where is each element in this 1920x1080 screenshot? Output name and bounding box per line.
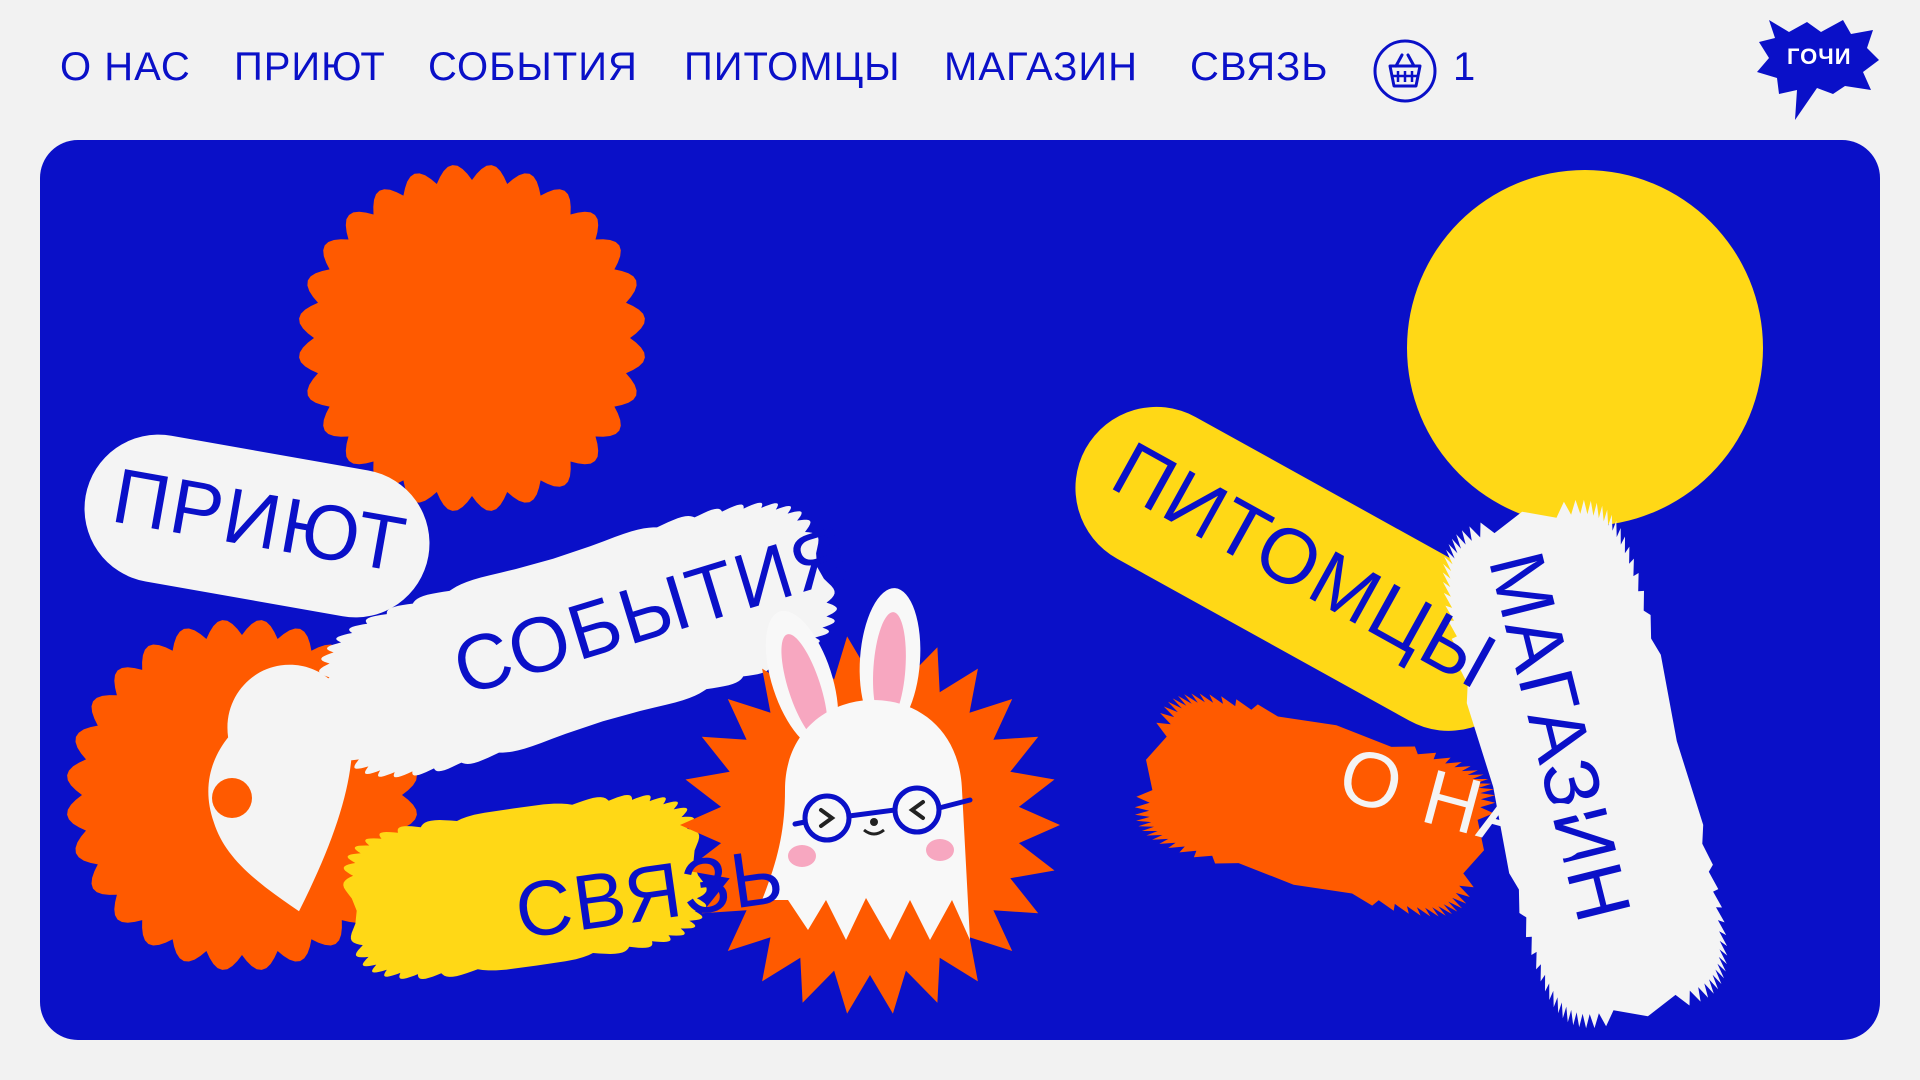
nav-link-shop[interactable]: МАГАЗИН bbox=[944, 42, 1138, 92]
nav-link-pets[interactable]: ПИТОМЦЫ bbox=[684, 42, 901, 92]
cart-count: 1 bbox=[1453, 45, 1476, 89]
nav-link-shelter[interactable]: ПРИЮТ bbox=[234, 42, 386, 92]
nav-link-events[interactable]: СОБЫТИЯ bbox=[428, 42, 638, 92]
yellow-circle bbox=[1407, 170, 1763, 526]
top-navigation: О НАС ПРИЮТ СОБЫТИЯ ПИТОМЦЫ МАГАЗИН СВЯЗ… bbox=[0, 0, 1920, 135]
basket-icon[interactable] bbox=[1372, 38, 1438, 104]
orange-scallop-shape bbox=[299, 165, 645, 511]
nav-link-about[interactable]: О НАС bbox=[60, 42, 191, 92]
logo-text: ГОЧИ bbox=[1787, 44, 1852, 69]
nav-link-contact[interactable]: СВЯЗЬ bbox=[1190, 42, 1329, 92]
hero-banner: ПРИЮТ СОБЫТИЯ ПИТОМЦЫ МАГАЗИН О НАС СВЯЗ… bbox=[40, 140, 1880, 1040]
